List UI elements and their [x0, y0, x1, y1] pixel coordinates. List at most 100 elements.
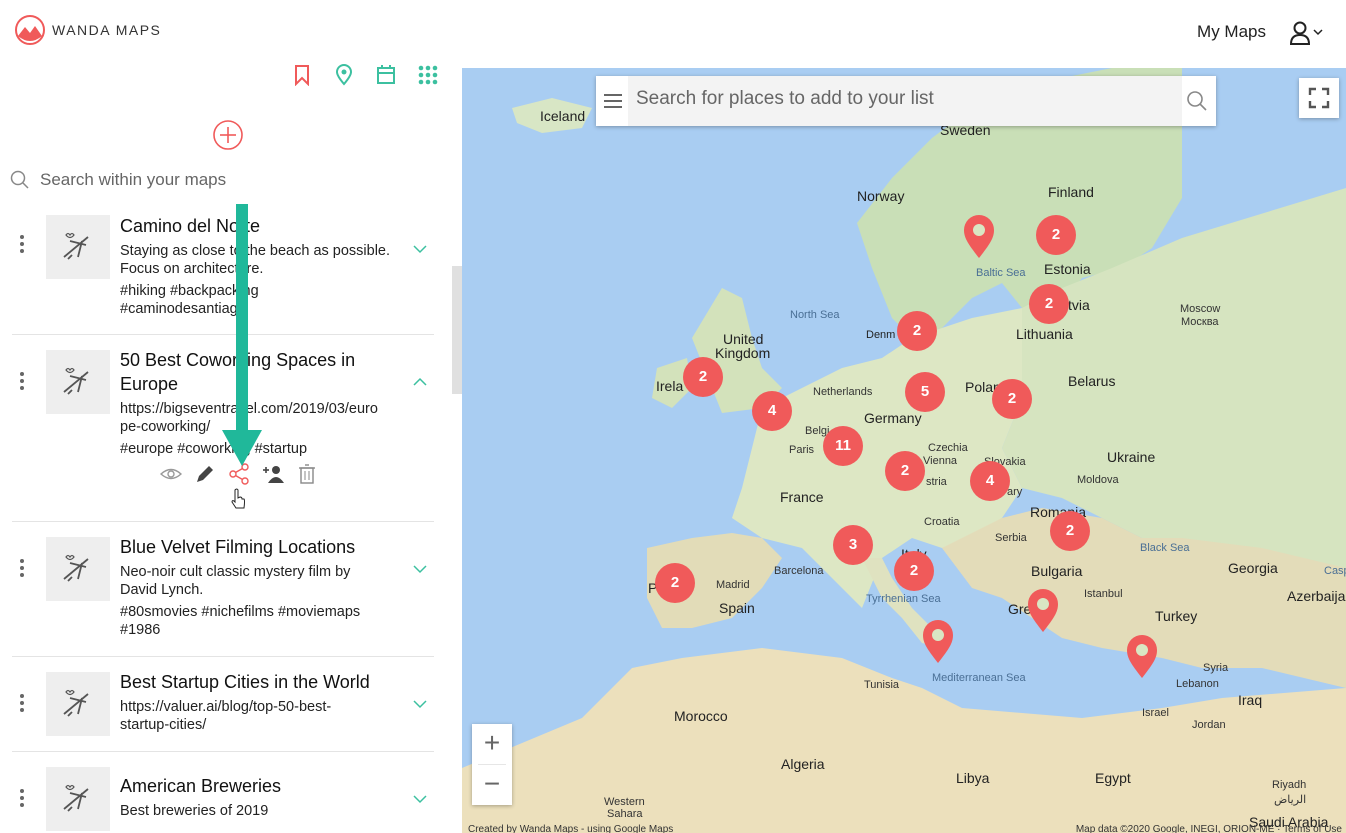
map-cluster[interactable]: 4 [970, 461, 1010, 501]
list-item[interactable]: Camino del Norte Staying as close to the… [0, 204, 434, 335]
map-tags: #hiking #backpacking [120, 283, 259, 299]
kebab-menu-icon[interactable] [18, 786, 26, 810]
place-label: Lebanon [1176, 678, 1219, 690]
add-collaborator-icon[interactable] [262, 463, 284, 485]
place-search-input[interactable]: Search for places to add to your list [628, 76, 1182, 126]
header: My Maps [462, 0, 1346, 68]
map-pin-icon[interactable] [921, 619, 955, 665]
map-cluster[interactable]: 2 [1036, 215, 1076, 255]
kebab-menu-icon[interactable] [18, 691, 26, 715]
place-label: France [780, 489, 824, 505]
map-title[interactable]: Europe [120, 372, 178, 396]
logo[interactable]: WANDA MAPS [14, 14, 161, 46]
place-label: stria [926, 476, 947, 488]
list-item[interactable]: American Breweries Best breweries of 201… [0, 752, 434, 833]
place-label: Bulgaria [1031, 563, 1083, 579]
map-cluster[interactable]: 2 [885, 451, 925, 491]
my-maps-link[interactable]: My Maps [1197, 22, 1266, 42]
place-label: Istanbul [1084, 588, 1123, 600]
place-label: Madrid [716, 579, 750, 591]
chevron-down-icon[interactable] [412, 244, 428, 254]
airplane-icon [46, 350, 110, 414]
user-menu[interactable] [1286, 20, 1326, 46]
location-pin-icon[interactable] [334, 64, 354, 86]
chevron-down-icon[interactable] [412, 699, 428, 709]
place-label: Casp [1324, 565, 1346, 577]
place-label: Israel [1142, 707, 1169, 719]
hand-cursor-icon [231, 488, 245, 509]
chevron-down-icon[interactable] [412, 564, 428, 574]
place-label: Baltic Sea [976, 267, 1026, 279]
map-cluster[interactable]: 5 [905, 372, 945, 412]
user-icon [1289, 21, 1323, 45]
sidebar: WANDA MAPS Search within your maps Camin… [0, 0, 462, 833]
place-label: Serbia [995, 532, 1027, 544]
place-label: Iraq [1238, 692, 1263, 708]
list-item[interactable]: 50 Best Coworking Spaces in Europe https… [0, 335, 434, 522]
chevron-up-icon[interactable] [412, 377, 428, 387]
place-label: North Sea [790, 309, 840, 321]
annotation-arrow-icon [222, 204, 262, 466]
place-label: Libya [956, 770, 990, 786]
map-cluster[interactable]: 11 [823, 426, 863, 466]
map-url: pe-coworking/ [120, 419, 211, 435]
map-cluster[interactable]: 2 [897, 311, 937, 351]
bookmark-icon[interactable] [292, 64, 312, 87]
place-label: Kingdom [715, 345, 771, 361]
map-cluster[interactable]: 2 [683, 357, 723, 397]
map-cluster[interactable]: 2 [992, 379, 1032, 419]
place-label: Irela [656, 378, 684, 394]
kebab-menu-icon[interactable] [18, 232, 26, 256]
place-label: Denm [866, 329, 896, 341]
map-cluster[interactable]: 3 [833, 525, 873, 565]
map-cluster[interactable]: 2 [1029, 284, 1069, 324]
list-item[interactable]: Blue Velvet Filming Locations Neo-noir c… [0, 522, 434, 657]
map-attribution: Map data ©2020 Google, INEGI, ORION-ME ·… [1075, 824, 1342, 833]
map-cluster[interactable]: 2 [655, 563, 695, 603]
map-cluster[interactable]: 4 [752, 391, 792, 431]
zoom-control: + − [472, 724, 512, 805]
maps-search[interactable]: Search within your maps [10, 170, 226, 190]
chevron-down-icon[interactable] [412, 794, 428, 804]
pencil-icon[interactable] [194, 463, 216, 485]
search-icon[interactable] [1186, 90, 1208, 112]
fullscreen-button[interactable] [1299, 78, 1339, 118]
place-label: tvia [1068, 297, 1090, 313]
map-tags: #europe #coworking #startup [120, 441, 308, 457]
place-label: Vienna [923, 455, 958, 467]
logo-icon [15, 15, 45, 45]
place-label: ary [1007, 486, 1023, 498]
kebab-menu-icon[interactable] [18, 369, 26, 393]
calendar-icon[interactable] [376, 64, 396, 86]
map-description: Staying as close to the beach as possibl… [120, 243, 391, 259]
sidebar-scrollbar[interactable] [452, 266, 462, 394]
map-cluster[interactable]: 2 [894, 551, 934, 591]
place-label: Azerbaija [1287, 588, 1346, 604]
hamburger-menu-icon[interactable] [602, 90, 624, 112]
place-label: Egypt [1095, 770, 1131, 786]
add-map-button[interactable] [212, 119, 244, 151]
place-label: Jordan [1192, 719, 1226, 731]
zoom-out-button[interactable]: − [472, 765, 512, 805]
map-cluster[interactable]: 2 [1050, 511, 1090, 551]
kebab-menu-icon[interactable] [18, 556, 26, 580]
map-title[interactable]: American Breweries [120, 774, 281, 798]
map-credit: Created by Wanda Maps - using Google Map… [468, 824, 674, 833]
list-item[interactable]: Best Startup Cities in the World https:/… [0, 657, 434, 752]
map-tags: #1986 [120, 622, 161, 638]
map-title[interactable]: Blue Velvet Filming Locations [120, 535, 355, 559]
zoom-in-button[interactable]: + [472, 724, 512, 764]
airplane-icon [46, 672, 110, 736]
place-label: Moldova [1077, 474, 1119, 486]
map-pin-icon[interactable] [1125, 634, 1159, 680]
place-label: Sahara [607, 808, 643, 820]
map-pin-icon[interactable] [962, 214, 996, 260]
grid-icon[interactable] [418, 64, 438, 86]
map-title[interactable]: Best Startup Cities in the World [120, 670, 370, 694]
place-label: Tyrrhenian Sea [866, 593, 941, 605]
maps-search-input[interactable]: Search within your maps [40, 170, 226, 190]
map-canvas[interactable]: Iceland Sweden Norway Finland Estonia tv… [462, 68, 1346, 833]
map-pin-icon[interactable] [1026, 588, 1060, 634]
trash-icon[interactable] [296, 463, 318, 485]
eye-icon[interactable] [159, 463, 183, 485]
